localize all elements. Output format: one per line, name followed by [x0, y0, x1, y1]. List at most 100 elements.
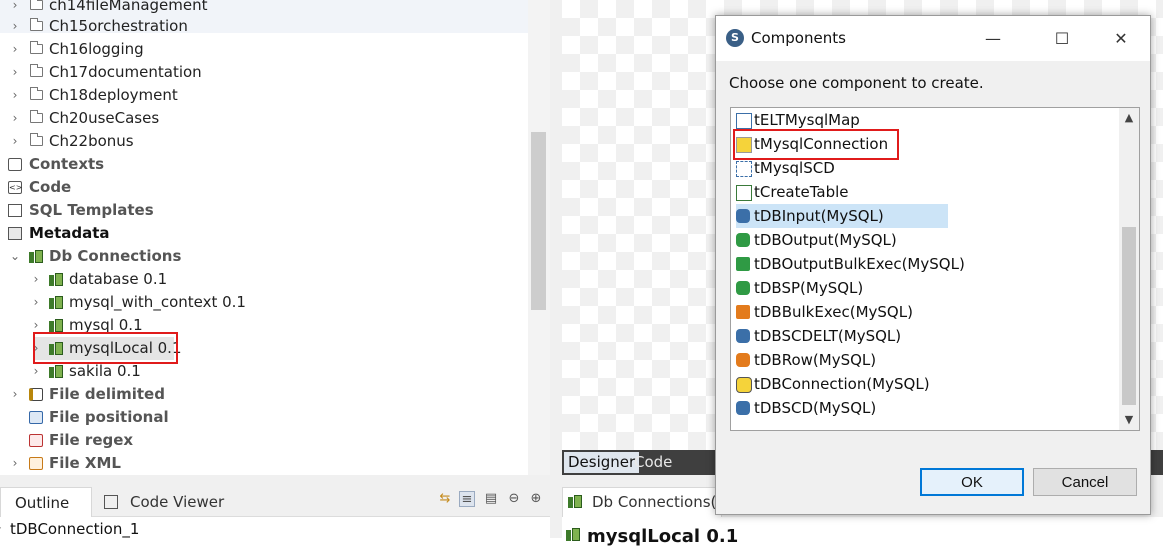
close-icon[interactable]: ✕	[1098, 16, 1144, 61]
tree-item-label: Contexts	[29, 155, 105, 173]
tab-outline[interactable]: Outline	[0, 487, 92, 517]
dialog-prompt: Choose one component to create.	[729, 74, 984, 92]
dialog-title: Components	[751, 29, 846, 47]
tree-item-label: Ch16logging	[49, 40, 144, 58]
tree-item-ch17[interactable]: › Ch17documentation	[0, 61, 520, 84]
tree-scrollbar-thumb[interactable]	[531, 132, 546, 310]
tree-item-mysql-with-context[interactable]: › mysql_with_context 0.1	[0, 291, 520, 314]
chevron-right-icon[interactable]: ›	[31, 291, 41, 314]
component-item[interactable]: tDBOutputBulkExec(MySQL)	[736, 252, 1116, 276]
chevron-right-icon[interactable]: ›	[10, 130, 20, 153]
chevron-right-icon[interactable]: ›	[10, 452, 20, 475]
tab-db-connections[interactable]: Db Connections(m	[562, 487, 731, 517]
elt-map-icon	[736, 113, 752, 129]
cancel-button[interactable]: Cancel	[1033, 468, 1137, 496]
tree-item-label: File delimited	[49, 385, 165, 403]
tab-designer[interactable]: Designer	[564, 452, 640, 473]
tree-item-file-positional[interactable]: File positional	[0, 406, 520, 429]
tree-item-ch15[interactable]: › Ch15orchestration	[0, 15, 520, 38]
folder-icon	[30, 0, 43, 10]
db-connection-icon	[49, 296, 63, 309]
tab-code-viewer[interactable]: Code Viewer	[104, 487, 254, 517]
link-editor-icon[interactable]: ⇆	[437, 491, 453, 507]
component-item[interactable]: tDBBulkExec(MySQL)	[736, 300, 1116, 324]
db-sp-icon	[736, 281, 750, 295]
tree-item-metadata[interactable]: Metadata	[0, 222, 520, 245]
file-positional-icon	[29, 411, 43, 424]
chevron-down-icon[interactable]: ⌄	[10, 245, 20, 268]
collapse-icon[interactable]: ⊖	[506, 491, 522, 507]
folder-icon	[30, 64, 43, 77]
talend-app-icon: S	[726, 29, 744, 47]
tree-item-db-connections[interactable]: ⌄ Db Connections	[0, 245, 520, 268]
file-delimited-icon	[29, 388, 43, 401]
component-item[interactable]: tCreateTable	[736, 180, 1116, 204]
chevron-right-icon[interactable]: ›	[0, 520, 2, 536]
component-item[interactable]: tDBConnection(MySQL)	[736, 372, 1116, 396]
component-list-scrollbar-thumb[interactable]	[1122, 227, 1136, 405]
chevron-right-icon[interactable]: ›	[10, 61, 20, 84]
tree-item-contexts[interactable]: Contexts	[0, 153, 520, 176]
tree-item-file-xml[interactable]: › File XML	[0, 452, 520, 475]
repository-tree: › ch14fileManagement › Ch15orchestration…	[0, 0, 550, 475]
ok-button[interactable]: OK	[920, 468, 1024, 496]
tree-item-ch18[interactable]: › Ch18deployment	[0, 84, 520, 107]
connection-title: mysqlLocal 0.1	[587, 526, 739, 547]
db-connection-icon	[49, 273, 63, 286]
outline-item[interactable]: tDBConnection_1	[10, 520, 139, 538]
dialog-titlebar[interactable]: S Components — ☐ ✕	[716, 16, 1150, 61]
tree-item-file-delimited[interactable]: › File delimited	[0, 383, 520, 406]
chevron-right-icon[interactable]: ›	[31, 360, 41, 383]
tree-item-ch20[interactable]: › Ch20useCases	[0, 107, 520, 130]
tree-item-code[interactable]: <> Code	[0, 176, 520, 199]
outline-panel: Outline Code Viewer ⇆ ≡ ▤ ⊖ ⊕ › tDBConne…	[0, 475, 550, 538]
chevron-right-icon[interactable]: ›	[10, 383, 20, 406]
tree-item-database[interactable]: › database 0.1	[0, 268, 520, 291]
tree-item-label: File positional	[49, 408, 169, 426]
tree-view-icon[interactable]: ≡	[459, 491, 475, 507]
db-connection-icon	[736, 377, 752, 393]
chevron-right-icon[interactable]: ›	[10, 107, 20, 130]
folder-icon	[30, 110, 43, 123]
chevron-right-icon[interactable]: ›	[31, 268, 41, 291]
chevron-down-icon[interactable]: ▼	[1119, 410, 1139, 430]
minimize-icon[interactable]: —	[970, 16, 1016, 61]
tree-item-label: mysql_with_context 0.1	[69, 293, 246, 311]
tree-item-file-regex[interactable]: File regex	[0, 429, 520, 452]
tree-item-sakila[interactable]: › sakila 0.1	[0, 360, 520, 383]
component-item[interactable]: tDBSCDELT(MySQL)	[736, 324, 1116, 348]
chevron-right-icon[interactable]: ›	[10, 84, 20, 107]
chevron-right-icon[interactable]: ›	[10, 38, 20, 61]
contexts-icon	[8, 158, 22, 171]
tab-code-viewer-label: Code Viewer	[130, 493, 225, 511]
component-item[interactable]: tDBSCD(MySQL)	[736, 396, 1116, 420]
component-list-scrollbar[interactable]: ▲ ▼	[1119, 108, 1139, 430]
maximize-icon[interactable]: ☐	[1039, 16, 1085, 61]
component-item-selected[interactable]: tDBInput(MySQL)	[736, 204, 948, 228]
component-item[interactable]: tDBSP(MySQL)	[736, 276, 1116, 300]
create-table-icon	[736, 185, 752, 201]
tree-item-sql-templates[interactable]: SQL Templates	[0, 199, 520, 222]
filter-icon[interactable]: ▤	[483, 491, 499, 507]
chevron-right-icon[interactable]: ›	[10, 15, 20, 38]
highlight-box-tmysqlconnection	[733, 129, 899, 160]
tree-item-ch16[interactable]: › Ch16logging	[0, 38, 520, 61]
expand-icon[interactable]: ⊕	[528, 491, 544, 507]
tree-item-label: Metadata	[29, 224, 110, 242]
tree-item-ch22[interactable]: › Ch22bonus	[0, 130, 520, 153]
db-connection-icon	[49, 365, 63, 378]
db-connection-icon	[29, 250, 43, 263]
db-output-bulk-icon	[736, 257, 750, 271]
tab-outline-label: Outline	[15, 494, 70, 512]
folder-icon	[30, 41, 43, 54]
tree-item-label: Ch20useCases	[49, 109, 160, 127]
tab-code[interactable]: Code	[630, 452, 676, 473]
components-dialog: S Components — ☐ ✕ Choose one component …	[715, 15, 1151, 515]
folder-icon	[30, 133, 43, 146]
chevron-up-icon[interactable]: ▲	[1119, 108, 1139, 128]
tree-item-label: database 0.1	[69, 270, 168, 288]
component-item[interactable]: tDBOutput(MySQL)	[736, 228, 1116, 252]
panel-divider[interactable]	[550, 0, 562, 538]
folder-icon	[30, 18, 43, 31]
component-item[interactable]: tDBRow(MySQL)	[736, 348, 1116, 372]
